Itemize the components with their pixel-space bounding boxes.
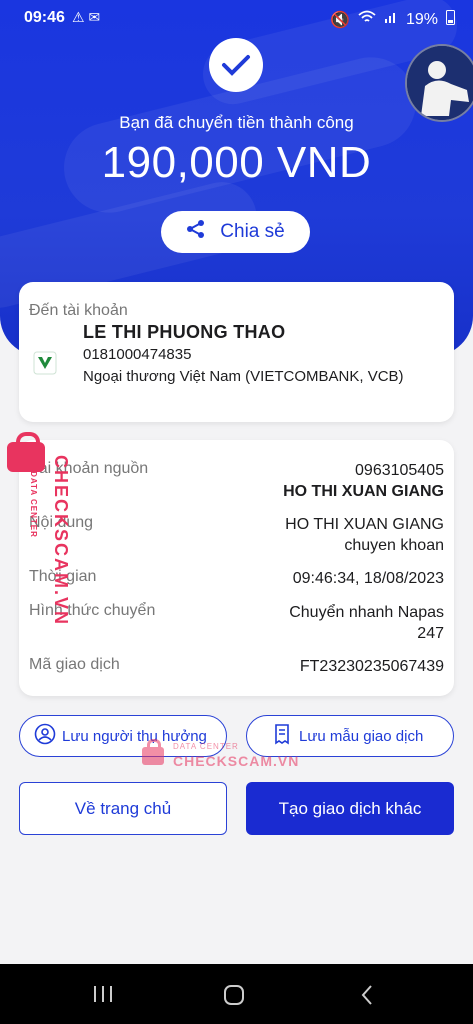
user-circle-icon — [34, 723, 56, 749]
share-icon — [186, 219, 206, 245]
watermark-center: DATA CENTER CHECKSCAM.VN — [140, 735, 300, 775]
source-account-name: HO THI XUAN GIANG — [283, 483, 444, 500]
recipient-name: LE THI PHUONG THAO — [83, 322, 286, 342]
watermark-sub: DATA CENTER — [28, 471, 38, 538]
transaction-id-label: Mã giao dịch — [29, 656, 120, 673]
method-label: Hình thức chuyển — [29, 602, 156, 619]
home-nav-icon[interactable] — [223, 984, 245, 1011]
destination-label: Đến tài khoản — [29, 302, 128, 319]
share-button[interactable]: Chia sẻ — [161, 211, 310, 253]
battery-icon — [446, 9, 455, 30]
source-account-number: 0963105405 — [355, 462, 444, 479]
status-bar: 09:46 ⚠ ✉ 🔇 19% — [0, 0, 473, 34]
home-button[interactable]: Về trang chủ — [19, 782, 227, 835]
notification-icons: ⚠ ✉ — [72, 9, 101, 25]
battery-text: 19% — [405, 10, 438, 28]
success-message: Bạn đã chuyển tiền thành công — [119, 113, 354, 132]
watermark-brand: CHECKSCAM.VN — [51, 454, 72, 627]
content-line-2: chuyen khoan — [344, 537, 444, 554]
details-card: Tài khoản nguồn 0963105405 HO THI XUAN G… — [19, 440, 454, 696]
destination-card: Đến tài khoản LE THI PHUONG THAO 0181000… — [19, 282, 454, 422]
wifi-icon — [358, 10, 376, 29]
vietcombank-logo-icon — [33, 351, 57, 375]
recents-icon[interactable] — [92, 984, 114, 1009]
method-line-2: 247 — [417, 625, 444, 642]
lock-icon — [7, 432, 45, 472]
time-value: 09:46:34, 18/08/2023 — [292, 570, 444, 587]
lock-icon — [142, 739, 164, 765]
recipient-bank: Ngoại thương Việt Nam (VIETCOMBANK, VCB) — [83, 368, 404, 385]
share-label: Chia sẻ — [220, 221, 285, 242]
transfer-amount: 190,000 VND — [101, 138, 372, 187]
recipient-account: 0181000474835 — [83, 346, 192, 363]
signal-icon — [384, 10, 398, 29]
mute-icon: 🔇 — [330, 11, 350, 29]
watermark-center-sub: DATA CENTER — [173, 742, 239, 751]
status-time: 09:46 — [24, 9, 65, 26]
status-right: 🔇 19% — [330, 9, 455, 30]
save-template-label: Lưu mẫu giao dịch — [299, 727, 424, 745]
transaction-id-value: FT23230235067439 — [299, 658, 444, 675]
system-nav-bar — [0, 964, 473, 1024]
success-check-icon — [209, 38, 263, 92]
watermark-center-brand: CHECKSCAM.VN — [173, 753, 300, 769]
content-line-1: HO THI XUAN GIANG — [285, 516, 444, 533]
method-line-1: Chuyển nhanh Napas — [289, 604, 444, 621]
new-transaction-button[interactable]: Tạo giao dịch khác — [246, 782, 454, 835]
avatar[interactable] — [405, 44, 473, 122]
watermark-side: DATA CENTER CHECKSCAM.VN — [5, 432, 71, 640]
back-icon[interactable] — [360, 984, 374, 1011]
